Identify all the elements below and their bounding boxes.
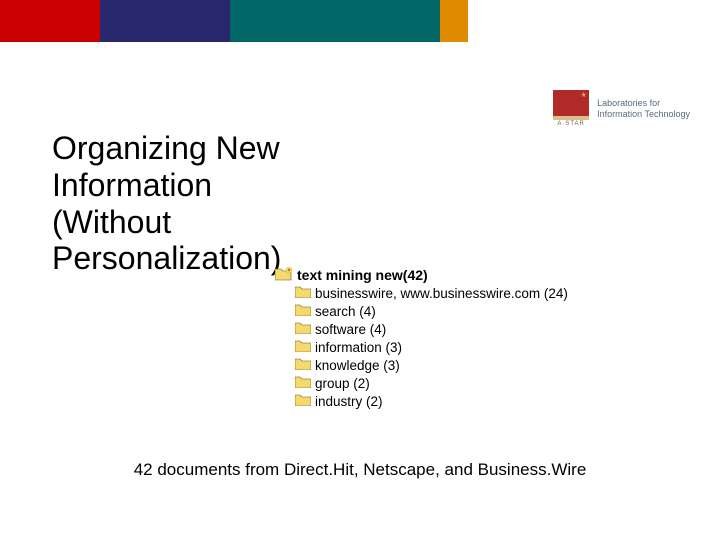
tree-item: businesswire, www.businesswire.com (24) xyxy=(295,284,568,302)
logo-strip xyxy=(553,116,589,120)
star-icon: * xyxy=(581,91,586,103)
logo-label: A·STAR xyxy=(553,121,589,127)
logo-text-line2: Information Technology xyxy=(597,109,690,120)
caption: 42 documents from Direct.Hit, Netscape, … xyxy=(0,460,720,480)
logo-square: * xyxy=(553,90,589,116)
folder-icon xyxy=(295,358,311,373)
logo-text-line1: Laboratories for xyxy=(597,98,690,109)
bar-segment-orange xyxy=(440,0,468,42)
folder-icon xyxy=(295,394,311,409)
slide-title: Organizing New Information (Without Pers… xyxy=(52,130,332,277)
folder-tree: text mining new(42) businesswire, www.bu… xyxy=(275,266,568,410)
folder-icon xyxy=(295,376,311,391)
tree-root: text mining new(42) xyxy=(275,266,568,284)
tree-item-label: industry (2) xyxy=(315,394,383,409)
tree-item-label: businesswire, www.businesswire.com (24) xyxy=(315,286,568,301)
bar-segment-teal xyxy=(230,0,440,42)
logo-mark: * A·STAR xyxy=(553,90,589,127)
tree-item: group (2) xyxy=(295,374,568,392)
folder-new-icon xyxy=(275,267,293,284)
brand-logo: * A·STAR Laboratories for Information Te… xyxy=(553,90,690,127)
tree-item: information (3) xyxy=(295,338,568,356)
tree-item-label: information (3) xyxy=(315,340,402,355)
tree-item-label: group (2) xyxy=(315,376,370,391)
folder-icon xyxy=(295,286,311,301)
tree-item: search (4) xyxy=(295,302,568,320)
logo-text: Laboratories for Information Technology xyxy=(597,98,690,120)
tree-item-label: software (4) xyxy=(315,322,386,337)
tree-item: industry (2) xyxy=(295,392,568,410)
tree-item-label: search (4) xyxy=(315,304,376,319)
folder-icon xyxy=(295,322,311,337)
tree-item-label: knowledge (3) xyxy=(315,358,400,373)
bar-segment-navy xyxy=(100,0,230,42)
top-color-bar xyxy=(0,0,468,42)
tree-item: software (4) xyxy=(295,320,568,338)
folder-icon xyxy=(295,304,311,319)
tree-item: knowledge (3) xyxy=(295,356,568,374)
folder-icon xyxy=(295,340,311,355)
tree-root-label: text mining new(42) xyxy=(297,267,428,283)
bar-segment-red xyxy=(0,0,100,42)
